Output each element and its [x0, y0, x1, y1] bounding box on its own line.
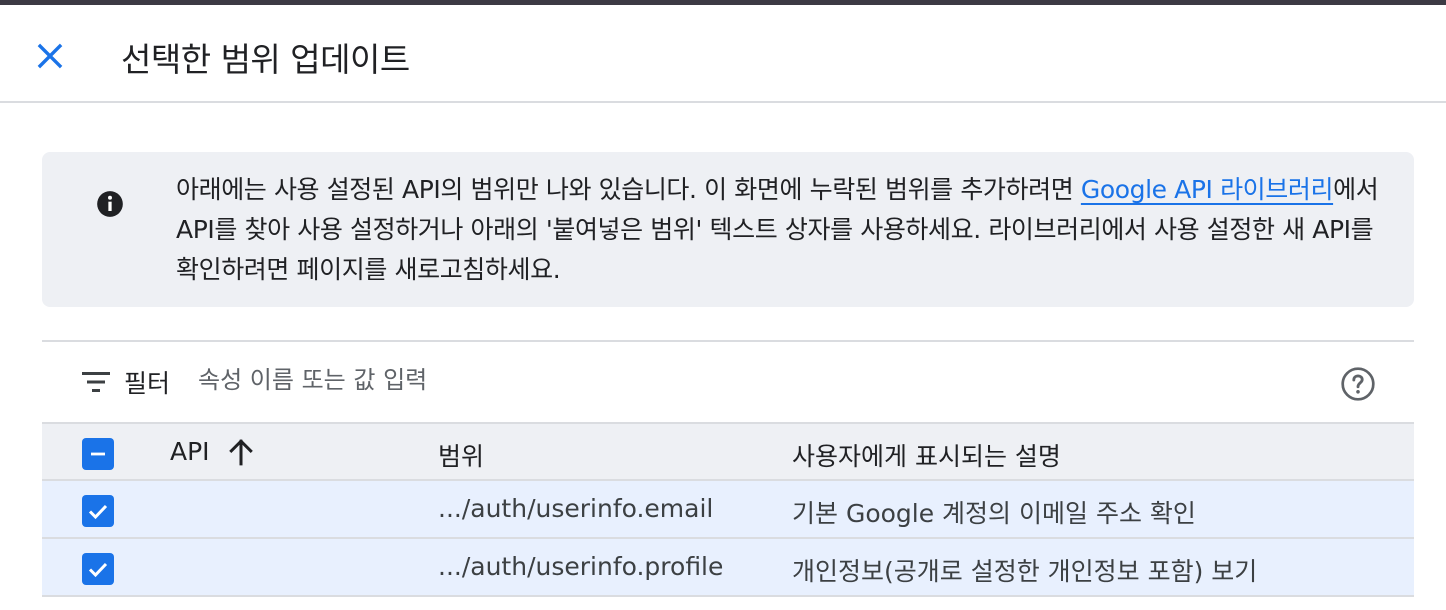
- scope-column-header: 범위: [438, 442, 485, 471]
- filter-bar: 필터: [42, 340, 1414, 424]
- close-icon: [37, 43, 63, 69]
- row-scope: .../auth/userinfo.email: [438, 494, 714, 523]
- scopes-table: API 범위 사용자에게 표시되는 설명 .../auth/userinfo.e…: [42, 424, 1414, 597]
- info-text-before-link: 아래에는 사용 설정된 API의 범위만 나와 있습니다. 이 화면에 누락된 …: [176, 175, 1081, 204]
- help-icon[interactable]: [1340, 366, 1376, 402]
- filter-input[interactable]: [198, 360, 1098, 400]
- checked-checkbox-icon: [88, 504, 108, 520]
- close-button[interactable]: [26, 32, 74, 80]
- api-header-label: API: [170, 437, 210, 466]
- info-text: 아래에는 사용 설정된 API의 범위만 나와 있습니다. 이 화면에 누락된 …: [176, 170, 1386, 290]
- filter-label: 필터: [124, 369, 171, 398]
- table-row[interactable]: .../auth/userinfo.email 기본 Google 계정의 이메…: [42, 481, 1414, 539]
- select-all-checkbox[interactable]: [82, 438, 114, 470]
- info-icon: [97, 191, 123, 217]
- api-column-header[interactable]: API: [170, 437, 254, 466]
- description-column-header: 사용자에게 표시되는 설명: [792, 442, 1061, 471]
- api-library-link[interactable]: Google API 라이브러리: [1081, 175, 1334, 204]
- info-banner: 아래에는 사용 설정된 API의 범위만 나와 있습니다. 이 화면에 누락된 …: [42, 152, 1414, 307]
- filter-icon: [82, 372, 110, 392]
- row-description: 개인정보(공개로 설정한 개인정보 포함) 보기: [792, 557, 1258, 586]
- checked-checkbox-icon: [88, 562, 108, 578]
- arrow-up-icon[interactable]: [228, 438, 254, 466]
- row-checkbox[interactable]: [82, 495, 114, 527]
- row-scope: .../auth/userinfo.profile: [438, 552, 724, 581]
- dialog-header: 선택한 범위 업데이트: [0, 5, 1446, 103]
- table-row[interactable]: .../auth/userinfo.profile 개인정보(공개로 설정한 개…: [42, 539, 1414, 597]
- table-header-row: API 범위 사용자에게 표시되는 설명: [42, 424, 1414, 481]
- indeterminate-checkbox-icon: [91, 452, 105, 456]
- row-description: 기본 Google 계정의 이메일 주소 확인: [792, 499, 1196, 528]
- dialog-title: 선택한 범위 업데이트: [121, 40, 410, 79]
- row-checkbox[interactable]: [82, 553, 114, 585]
